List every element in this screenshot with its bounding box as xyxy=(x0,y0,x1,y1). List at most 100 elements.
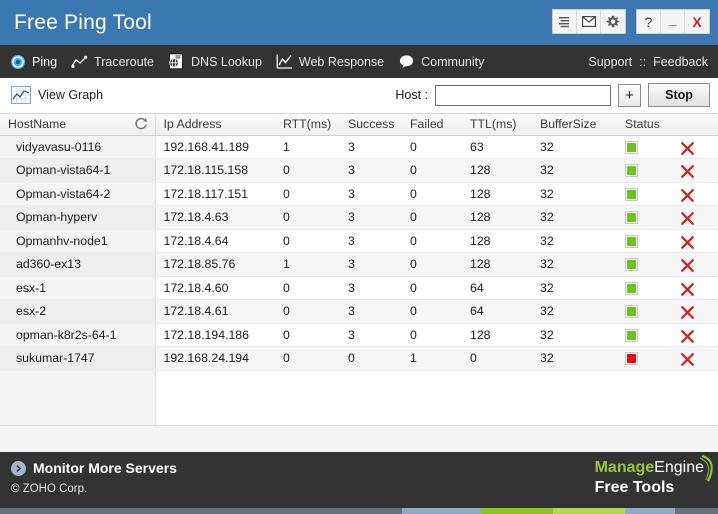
column-header-rtt[interactable]: RTT(ms) xyxy=(275,114,340,136)
cell-failed: 0 xyxy=(402,135,462,159)
tab-dns-lookup[interactable]: DNS Lookup xyxy=(168,53,262,70)
refresh-icon[interactable] xyxy=(134,117,148,131)
cell-ip-address: 172.18.4.63 xyxy=(155,205,275,230)
table-row[interactable]: Opman-vista64-1 172.18.115.158 0 3 0 128 32 xyxy=(0,158,718,183)
column-header-hostname-label: HostName xyxy=(8,117,67,132)
support-link[interactable]: Support xyxy=(588,55,632,69)
cell-status xyxy=(617,158,672,183)
table-filler-row xyxy=(0,370,718,425)
monitor-more-servers-link[interactable]: Monitor More Servers xyxy=(11,460,177,476)
table-header-row: HostName Ip Address RTT(ms) Success Fail… xyxy=(0,114,718,136)
cell-hostname: esx-2 xyxy=(0,299,156,324)
copyright-text: © ZOHO Corp. xyxy=(11,483,88,495)
delete-x-icon[interactable] xyxy=(680,258,695,273)
cell-buffersize: 32 xyxy=(532,252,617,277)
column-header-ip-address[interactable]: Ip Address xyxy=(155,114,275,136)
tab-web-response[interactable]: Web Response xyxy=(276,53,384,70)
minimize-button[interactable]: _ xyxy=(661,10,685,33)
cell-status xyxy=(617,182,672,206)
status-badge xyxy=(625,140,638,154)
cell-success: 3 xyxy=(340,182,402,206)
cell-actions xyxy=(672,299,718,324)
delete-x-icon[interactable] xyxy=(680,141,695,156)
cell-ip-address: 172.18.4.61 xyxy=(155,299,275,324)
mail-icon[interactable] xyxy=(577,10,601,33)
column-header-status[interactable]: Status xyxy=(617,114,672,136)
filler-cell xyxy=(672,370,718,425)
tab-community-label: Community xyxy=(421,54,485,69)
column-header-failed[interactable]: Failed xyxy=(402,114,462,136)
tab-ping[interactable]: Ping xyxy=(9,53,57,70)
delete-x-icon[interactable] xyxy=(680,164,695,179)
table-row[interactable]: Opman-vista64-2 172.18.117.151 0 3 0 128 32 xyxy=(0,182,718,206)
filler-cell xyxy=(340,370,402,425)
help-button[interactable]: ? xyxy=(637,10,661,33)
table-row[interactable]: opman-k8r2s-64-1 172.18.194.186 0 3 0 128 32 xyxy=(0,323,718,347)
cell-status xyxy=(617,299,672,324)
nav-separator: :: xyxy=(639,54,647,69)
help-label: ? xyxy=(644,13,653,30)
delete-x-icon[interactable] xyxy=(680,305,695,320)
delete-x-icon[interactable] xyxy=(680,188,695,203)
table-row[interactable]: esx-2 172.18.4.61 0 3 0 64 32 xyxy=(0,299,718,324)
graph-icon xyxy=(11,86,31,104)
feedback-link[interactable]: Feedback xyxy=(653,55,708,69)
status-badge xyxy=(625,258,638,272)
cell-status xyxy=(617,229,672,253)
host-input[interactable] xyxy=(435,84,611,106)
delete-x-icon[interactable] xyxy=(680,235,695,250)
table-row[interactable]: esx-1 172.18.4.60 0 3 0 64 32 xyxy=(0,276,718,300)
delete-x-icon[interactable] xyxy=(680,329,695,344)
nav-secondary-links: Support :: Feedback xyxy=(588,55,708,69)
cell-ip-address: 172.18.194.186 xyxy=(155,323,275,347)
close-button[interactable]: X xyxy=(685,10,709,33)
cell-success: 3 xyxy=(340,205,402,230)
gear-icon[interactable] xyxy=(601,10,625,33)
cell-rtt: 0 xyxy=(275,229,340,253)
add-host-button[interactable]: + xyxy=(618,83,641,107)
table-row[interactable]: vidyavasu-0116 192.168.41.189 1 3 0 63 32 xyxy=(0,135,718,159)
cell-rtt: 0 xyxy=(275,158,340,183)
tab-ping-label: Ping xyxy=(32,54,58,69)
status-badge xyxy=(625,211,638,225)
cell-ttl: 128 xyxy=(462,229,532,253)
delete-x-icon[interactable] xyxy=(680,282,695,297)
cell-ip-address: 172.18.115.158 xyxy=(155,158,275,183)
status-badge xyxy=(625,187,638,201)
delete-x-icon[interactable] xyxy=(680,352,695,367)
host-entry-area: Host : + Stop xyxy=(395,83,710,107)
line-chart-icon xyxy=(276,53,293,70)
table-row[interactable]: Opman-hyperv 172.18.4.63 0 3 0 128 32 xyxy=(0,205,718,230)
column-header-ttl[interactable]: TTL(ms) xyxy=(462,114,532,136)
table-body: vidyavasu-0116 192.168.41.189 1 3 0 63 32 Opman… xyxy=(0,135,718,425)
cell-failed: 0 xyxy=(402,229,462,253)
table-row[interactable]: sukumar-1747 192.168.24.194 0 0 1 0 32 xyxy=(0,346,718,371)
cell-success: 3 xyxy=(340,323,402,347)
table-row[interactable]: Opmanhv-node1 172.18.4.64 0 3 0 128 32 xyxy=(0,229,718,253)
cell-hostname: Opman-vista64-2 xyxy=(0,182,156,206)
cell-buffersize: 32 xyxy=(532,346,617,371)
title-bar-controls: ? _ X xyxy=(552,9,710,34)
cell-actions xyxy=(672,276,718,300)
cell-rtt: 1 xyxy=(275,252,340,277)
tab-community[interactable]: Community xyxy=(398,53,484,70)
column-header-success[interactable]: Success xyxy=(340,114,402,136)
cell-failed: 0 xyxy=(402,323,462,347)
cell-failed: 1 xyxy=(402,346,462,371)
menu-icon[interactable] xyxy=(553,10,577,33)
column-header-buffersize[interactable]: BufferSize xyxy=(532,114,617,136)
brand-logo: ManageEngine Free Tools xyxy=(595,455,713,497)
speech-bubble-icon xyxy=(398,53,415,70)
table-row[interactable]: ad360-ex13 172.18.85.76 1 3 0 128 32 xyxy=(0,252,718,277)
view-graph-button[interactable]: View Graph xyxy=(11,86,103,104)
cell-success: 3 xyxy=(340,158,402,183)
tab-traceroute[interactable]: Traceroute xyxy=(71,53,154,70)
cell-ttl: 128 xyxy=(462,323,532,347)
arrow-right-circle-icon xyxy=(11,460,26,476)
column-header-hostname[interactable]: HostName xyxy=(0,114,156,136)
cell-buffersize: 32 xyxy=(532,323,617,347)
tab-traceroute-label: Traceroute xyxy=(94,54,155,69)
delete-x-icon[interactable] xyxy=(680,211,695,226)
stop-button[interactable]: Stop xyxy=(648,83,710,107)
cell-actions xyxy=(672,205,718,230)
